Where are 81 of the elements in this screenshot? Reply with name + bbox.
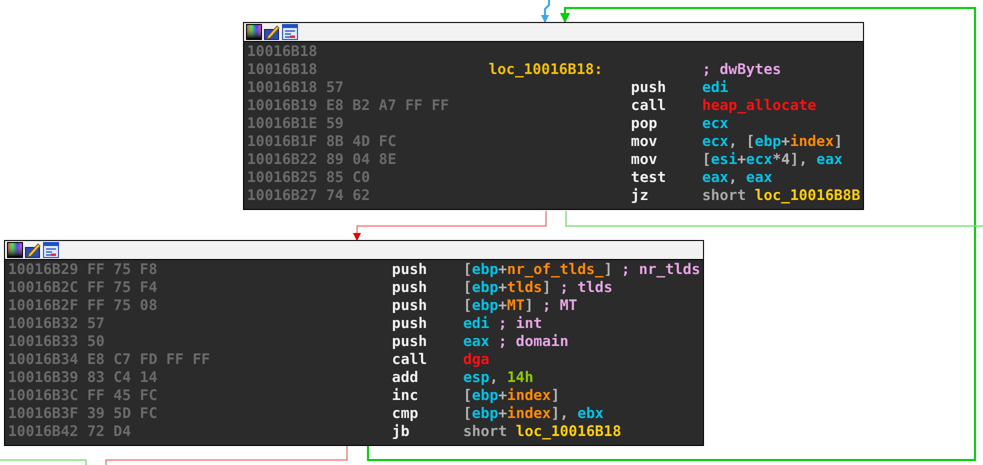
opcode-bytes: 72 D4 [87,423,131,440]
address-text: 10016B18 [247,79,318,96]
opcode-bytes: 57 [87,315,105,332]
address-text: 10016B25 [247,169,318,186]
mnemonic-text: mov [630,133,658,150]
operand-text: dga [463,351,490,369]
opcode-bytes: 74 62 [326,187,370,204]
address-text: 10016B18 [247,43,318,60]
operand-text: esp, 14h [463,369,534,387]
operand-text: ecx, [ebp+index] [702,133,843,151]
comment-text: ; nr_tlds [621,261,700,279]
address-text: 10016B3C [8,387,78,404]
mnemonic-text: pop [630,115,658,132]
opcode-bytes: 83 C4 14 [87,369,158,386]
mnemonic-text: call [392,351,428,368]
address-text: 10016B32 [8,315,78,332]
operand-text: [esi+ecx*4], eax [702,151,843,169]
address-text: 10016B42 [8,423,78,440]
operand-text: heap_allocate [702,97,816,115]
address-text: 10016B19 [247,97,318,114]
address-text: 10016B29 [8,261,78,278]
address-text: 10016B39 [8,369,78,386]
comment-text: ; MT [542,297,578,315]
opcode-bytes: FF 75 F8 [87,261,158,278]
mnemonic-text: jb [392,423,410,440]
comment-text: ; dwBytes [702,61,782,79]
opcode-bytes: 39 5D FC [87,405,158,422]
opcode-bytes: FF 75 08 [87,297,158,314]
mnemonic-text: push [392,279,428,296]
opcode-bytes: 50 [87,333,105,350]
mnemonic-text: mov [630,151,658,168]
address-text: 10016B1F [247,133,318,150]
mnemonic-text: push [630,79,666,96]
opcode-bytes: E8 B2 A7 FF FF [326,97,450,114]
mnemonic-text: test [630,169,666,186]
address-text: 10016B3F [8,405,78,422]
operand-text: [ebp+index] [463,387,560,405]
operand-text: [ebp+nr_of_tlds_] [463,261,612,279]
mnemonic-text: push [392,297,428,314]
operand-text: short loc_10016B8B [702,187,860,205]
mnemonic-text: push [392,333,428,350]
opcode-bytes: FF 75 F4 [87,279,158,296]
opcode-bytes: FF 45 FC [87,387,158,404]
opcode-bytes: 59 [326,115,344,132]
opcode-bytes: 57 [326,79,344,96]
graph-icon [43,242,59,258]
label-text: loc_10016B18: [488,61,603,78]
opcode-bytes: 89 04 8E [326,151,396,168]
address-text: 10016B33 [8,333,78,350]
address-text: 10016B2F [8,297,78,314]
comment-text: ; int [498,315,542,333]
address-text: 10016B27 [247,187,318,204]
mnemonic-text: call [630,97,666,114]
address-text: 10016B22 [247,151,318,168]
opcode-bytes: E8 C7 FD FF FF [87,351,210,368]
operand-text: short loc_10016B18 [463,423,622,441]
operand-text: edi [702,79,728,97]
mnemonic-text: push [392,315,428,332]
pencil-icon [264,24,280,40]
operand-text: [ebp+index], ebx [463,405,604,423]
mnemonic-text: add [392,369,418,386]
mnemonic-text: jz [630,187,648,204]
opcode-bytes: 8B 4D FC [326,133,396,150]
pencil-icon [25,242,41,258]
address-text: 10016B18 [247,61,318,78]
operand-text: eax [463,333,490,351]
mnemonic-text: push [392,261,428,278]
operand-text: [ebp+tlds] [463,279,551,297]
comment-text: ; tlds [560,279,612,297]
operand-text: eax, eax [702,169,772,187]
address-text: 10016B2C [8,279,78,296]
operand-text: edi [463,315,490,333]
mnemonic-text: inc [392,387,418,404]
mnemonic-text: cmp [392,405,418,422]
graph-icon [282,24,298,40]
address-text: 10016B1E [247,115,318,132]
operand-text: [ebp+MT] [463,297,534,315]
address-text: 10016B34 [8,351,78,368]
comment-text: ; domain [498,333,569,351]
opcode-bytes: 85 C0 [326,169,370,186]
operand-text: ecx [702,115,728,133]
